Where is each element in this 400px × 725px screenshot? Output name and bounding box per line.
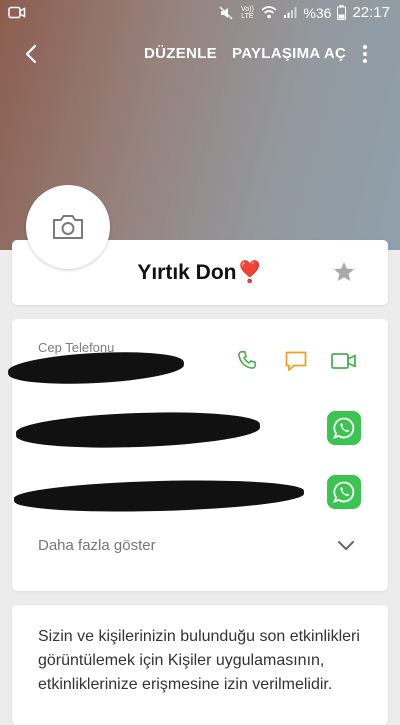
signal-icon [284,7,297,18]
phone-details-card: Cep Telefonu Daha fazla göster [7,319,388,591]
whatsapp-icon [332,481,355,504]
volte-indicator: Vo)) LTE [241,5,254,20]
star-icon[interactable] [332,260,356,284]
camera-icon [53,215,83,239]
video-call-icon[interactable] [330,350,358,372]
avatar-photo-button[interactable] [26,185,110,269]
chevron-down-icon[interactable] [337,539,355,553]
redacted-number-2 [15,408,261,452]
show-more-button[interactable]: Daha fazla göster [38,537,156,554]
clock: 22:17 [352,4,390,21]
more-vert-icon[interactable] [356,42,374,66]
whatsapp-button[interactable] [327,475,361,509]
back-arrow-icon[interactable] [20,42,44,66]
whatsapp-button[interactable] [327,411,361,445]
battery-icon [337,5,347,20]
edit-button[interactable]: DÜZENLE [144,45,217,62]
wifi-icon [261,6,277,19]
message-icon[interactable] [284,349,308,373]
app-bar: DÜZENLE PAYLAŞIMA AÇ [0,32,400,76]
status-bar: Vo)) LTE %36 22:17 [0,0,400,26]
redacted-phone-number [7,348,185,388]
activity-permission-text: Sizin ve kişilerinizin bulunduğu son etk… [38,628,360,693]
activity-info-card: Sizin ve kişilerinizin bulunduğu son etk… [12,605,388,725]
redacted-number-3 [13,477,305,515]
status-right: Vo)) LTE %36 22:17 [219,4,390,21]
share-button[interactable]: PAYLAŞIMA AÇ [232,45,346,62]
whatsapp-icon [332,417,355,440]
video-notification-icon [8,6,26,19]
call-icon[interactable] [236,349,258,371]
battery-percent: %36 [303,4,332,21]
mute-icon [219,5,233,20]
